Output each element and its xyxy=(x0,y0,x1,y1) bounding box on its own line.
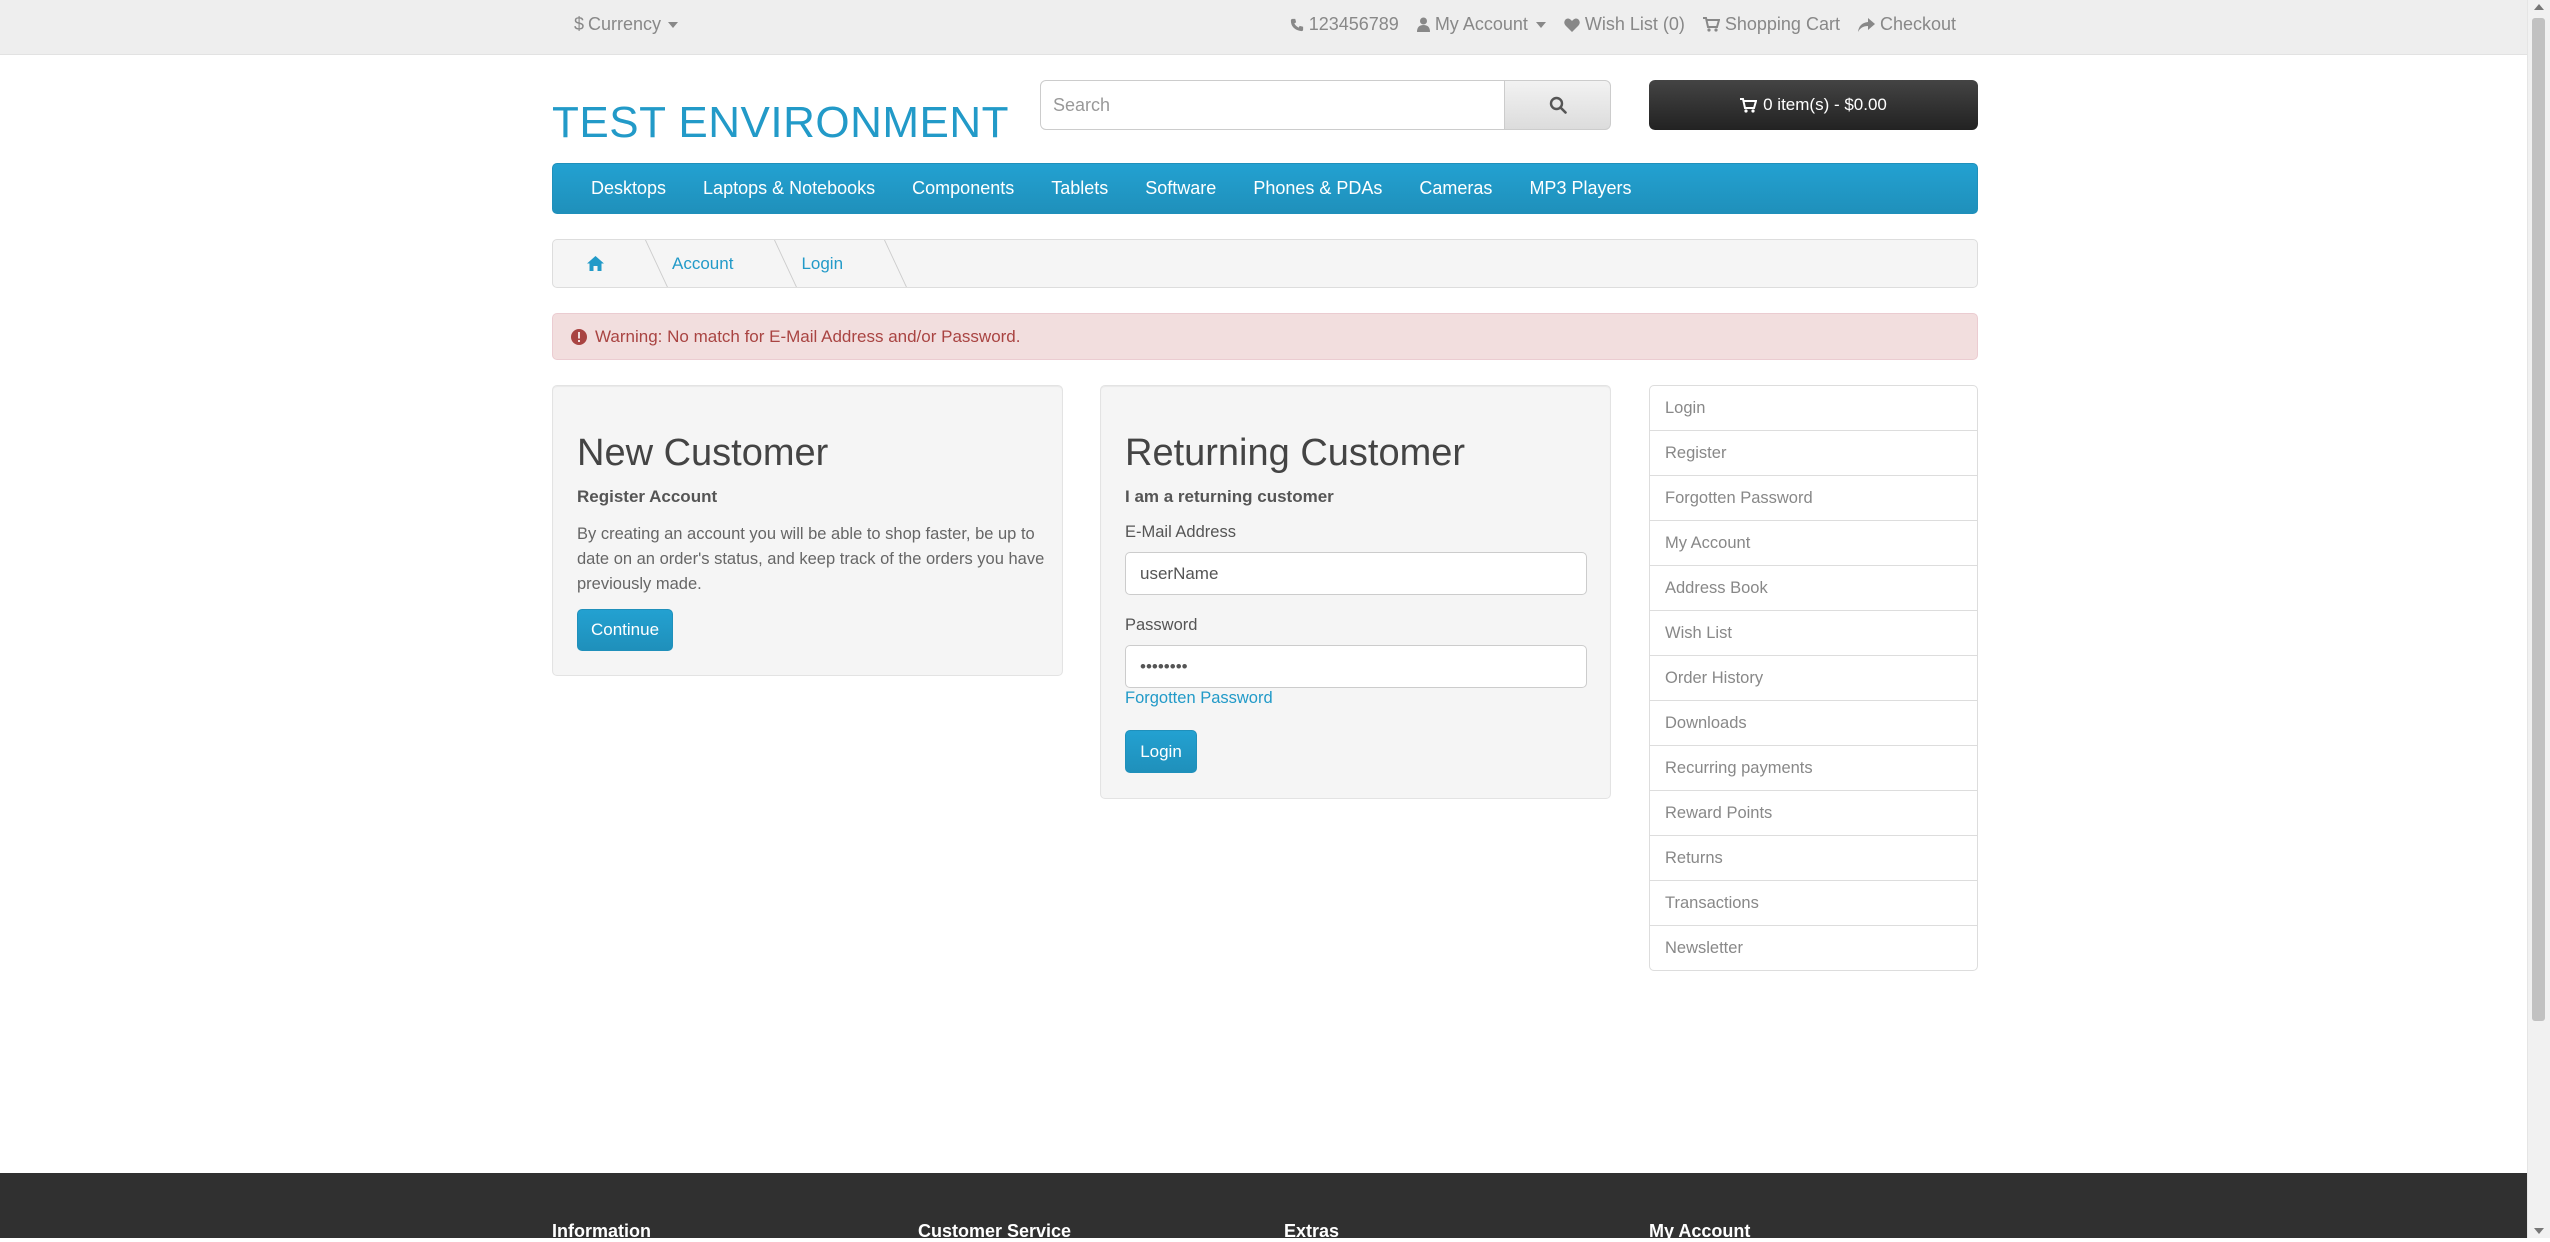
breadcrumb-home[interactable] xyxy=(553,240,638,287)
breadcrumb: Account Login xyxy=(552,239,1978,288)
phone-number: 123456789 xyxy=(1308,14,1399,34)
scrollbar-thumb[interactable] xyxy=(2532,18,2545,1021)
footer-heading-extras: Extras xyxy=(1284,1221,1340,1241)
menu-item-components[interactable]: Components xyxy=(912,178,1014,199)
menu-item-desktops[interactable]: Desktops xyxy=(591,178,666,199)
shopping-cart-link[interactable]: Shopping Cart xyxy=(1702,14,1840,35)
forgotten-password-link[interactable]: Forgotten Password xyxy=(1125,689,1273,708)
new-customer-description: By creating an account you will be able … xyxy=(577,525,1045,593)
phone-link[interactable]: 123456789 xyxy=(1290,14,1399,35)
heart-icon xyxy=(1564,18,1580,32)
register-account-heading: Register Account xyxy=(577,487,718,506)
menu-item-laptops[interactable]: Laptops & Notebooks xyxy=(703,178,875,199)
checkout-label: Checkout xyxy=(1879,14,1956,34)
my-account-label: My Account xyxy=(1434,14,1528,34)
caret-down-icon xyxy=(668,21,679,28)
sidebar-item-newsletter[interactable]: Newsletter xyxy=(1649,925,1978,971)
wishlist-link[interactable]: Wish List (0) xyxy=(1564,14,1685,35)
alert-text: Warning: No match for E-Mail Address and… xyxy=(595,326,1021,346)
returning-customer-panel: Returning Customer I am a returning cust… xyxy=(1100,385,1611,799)
phone-icon xyxy=(1290,18,1303,31)
sidebar-item-forgotten-password[interactable]: Forgotten Password xyxy=(1649,475,1978,521)
share-icon xyxy=(1857,17,1875,32)
store-logo[interactable]: TEST ENVIRONMENT xyxy=(552,98,1009,148)
sidebar-item-login[interactable]: Login xyxy=(1649,385,1978,431)
main-menu: Desktops Laptops & Notebooks Components … xyxy=(552,163,1978,214)
sidebar-item-my-account[interactable]: My Account xyxy=(1649,520,1978,566)
cart-icon xyxy=(1702,17,1720,32)
exclamation-circle-icon xyxy=(571,328,587,345)
breadcrumb-account[interactable]: Account xyxy=(638,240,767,287)
scroll-down-arrow-icon[interactable] xyxy=(2534,1228,2544,1234)
footer-heading-information: Information xyxy=(552,1221,651,1241)
currency-symbol: $ xyxy=(574,14,585,34)
checkout-link[interactable]: Checkout xyxy=(1857,14,1956,35)
currency-dropdown[interactable]: $ Currency xyxy=(574,14,679,35)
page-scrollbar[interactable] xyxy=(2527,0,2550,1238)
breadcrumb-login[interactable]: Login xyxy=(767,240,877,287)
password-label: Password xyxy=(1125,616,1198,634)
returning-customer-heading: I am a returning customer xyxy=(1125,487,1334,506)
menu-item-tablets[interactable]: Tablets xyxy=(1051,178,1108,199)
menu-item-software[interactable]: Software xyxy=(1145,178,1216,199)
sidebar-item-transactions[interactable]: Transactions xyxy=(1649,880,1978,926)
scroll-up-arrow-icon[interactable] xyxy=(2534,4,2544,10)
shopping-cart-label: Shopping Cart xyxy=(1724,14,1840,34)
sidebar-item-register[interactable]: Register xyxy=(1649,430,1978,476)
warning-alert: Warning: No match for E-Mail Address and… xyxy=(552,313,1978,360)
search-bar xyxy=(1040,80,1611,130)
sidebar-item-recurring-payments[interactable]: Recurring payments xyxy=(1649,745,1978,791)
account-sidebar: Login Register Forgotten Password My Acc… xyxy=(1649,385,1978,971)
footer-heading-my-account: My Account xyxy=(1649,1221,1751,1241)
password-field[interactable] xyxy=(1125,645,1587,688)
menu-item-mp3-players[interactable]: MP3 Players xyxy=(1529,178,1631,199)
login-button[interactable]: Login xyxy=(1125,730,1197,773)
email-label: E-Mail Address xyxy=(1125,523,1236,541)
cart-icon xyxy=(1740,97,1758,113)
email-field[interactable] xyxy=(1125,552,1587,595)
footer-heading-customer-service: Customer Service xyxy=(918,1221,1072,1241)
new-customer-panel: New Customer Register Account By creatin… xyxy=(552,385,1063,676)
cart-total: 0 item(s) - $0.00 xyxy=(1763,95,1887,114)
top-bar: $ Currency 123456789 My Account Wish Lis… xyxy=(0,0,2528,55)
sidebar-item-order-history[interactable]: Order History xyxy=(1649,655,1978,701)
menu-item-cameras[interactable]: Cameras xyxy=(1419,178,1492,199)
search-icon xyxy=(1549,96,1567,114)
cart-button[interactable]: 0 item(s) - $0.00 xyxy=(1649,80,1978,130)
returning-customer-title: Returning Customer xyxy=(1125,432,1466,474)
menu-item-phones[interactable]: Phones & PDAs xyxy=(1253,178,1382,199)
search-input[interactable] xyxy=(1040,80,1505,130)
wishlist-label: Wish List (0) xyxy=(1584,14,1685,34)
currency-label: Currency xyxy=(588,14,662,34)
search-button[interactable] xyxy=(1505,80,1611,130)
user-icon xyxy=(1416,17,1430,32)
new-customer-title: New Customer xyxy=(577,432,829,474)
footer: Information Customer Service Extras My A… xyxy=(0,1173,2528,1241)
sidebar-item-wish-list[interactable]: Wish List xyxy=(1649,610,1978,656)
sidebar-item-returns[interactable]: Returns xyxy=(1649,835,1978,881)
home-icon xyxy=(587,256,604,271)
sidebar-item-downloads[interactable]: Downloads xyxy=(1649,700,1978,746)
sidebar-item-address-book[interactable]: Address Book xyxy=(1649,565,1978,611)
my-account-dropdown[interactable]: My Account xyxy=(1416,14,1546,35)
caret-down-icon xyxy=(1535,21,1546,28)
continue-button[interactable]: Continue xyxy=(577,609,673,651)
sidebar-item-reward-points[interactable]: Reward Points xyxy=(1649,790,1978,836)
